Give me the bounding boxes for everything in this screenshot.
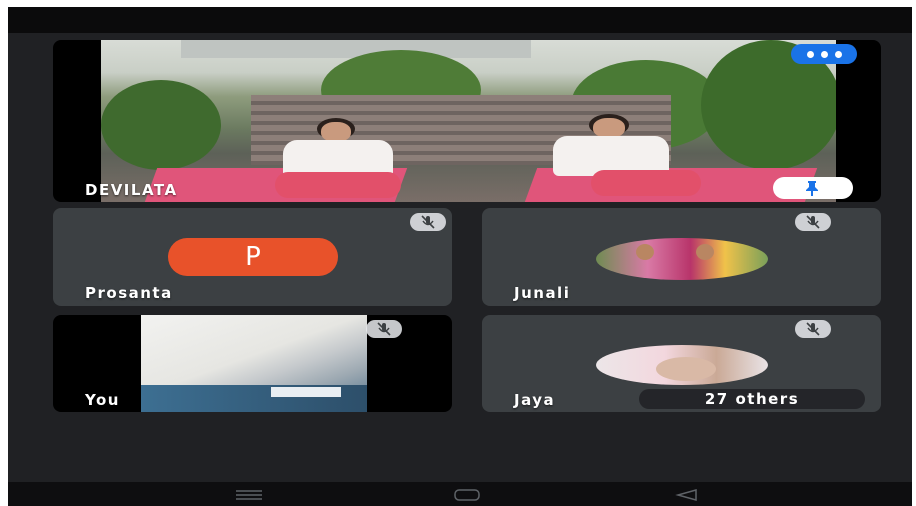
video-feed	[141, 315, 367, 412]
three-dots-icon	[807, 51, 814, 58]
mute-indicator	[795, 213, 831, 231]
participant-name: Junali	[514, 284, 571, 302]
mic-off-icon	[377, 322, 391, 336]
others-count-badge[interactable]: 27 others	[639, 389, 865, 409]
mic-off-icon	[806, 215, 820, 229]
recent-apps-button[interactable]	[234, 487, 264, 506]
roof	[181, 40, 531, 58]
participant-name: Prosanta	[85, 284, 173, 302]
participant-tile[interactable]: Jaya 27 others	[482, 315, 881, 412]
recent-apps-icon	[236, 490, 262, 500]
back-icon	[675, 489, 697, 501]
pin-icon	[806, 181, 818, 196]
avatar: P	[168, 238, 338, 276]
navigation-bar	[8, 482, 912, 506]
main-video-tile[interactable]: DEVILATA	[53, 40, 881, 202]
participant-name: You	[85, 391, 120, 409]
pin-button[interactable]	[773, 177, 853, 199]
self-video-tile[interactable]: You	[53, 315, 452, 412]
mute-indicator	[366, 320, 402, 338]
status-bar	[8, 7, 912, 33]
meeting-screen: DEVILATA P Prosanta Junali You Jaya 27 o…	[8, 7, 912, 506]
home-button[interactable]	[452, 487, 482, 506]
video-feed	[101, 40, 836, 202]
mute-indicator	[795, 320, 831, 338]
avatar	[596, 238, 768, 280]
mic-off-icon	[421, 215, 435, 229]
home-icon	[454, 489, 480, 501]
participant-name: DEVILATA	[85, 181, 178, 199]
avatar	[596, 345, 768, 385]
back-button[interactable]	[672, 487, 702, 506]
more-options-button[interactable]	[791, 44, 857, 64]
participant-name: Jaya	[514, 391, 556, 409]
participant-tile[interactable]: Junali	[482, 208, 881, 306]
participant-tile[interactable]: P Prosanta	[53, 208, 452, 306]
mute-indicator	[410, 213, 446, 231]
plant	[101, 80, 221, 170]
mic-off-icon	[806, 322, 820, 336]
